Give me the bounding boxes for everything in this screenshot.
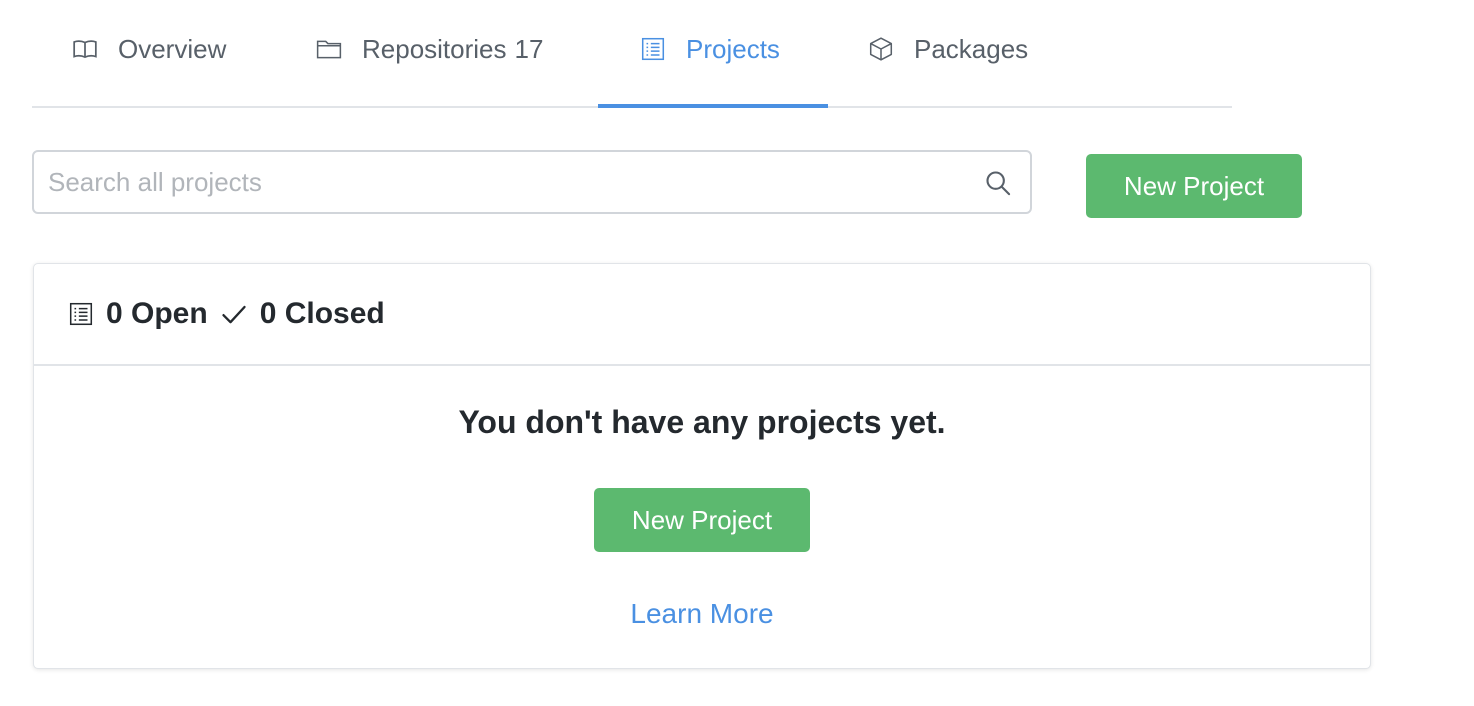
tab-overview-label: Overview (118, 33, 227, 64)
projects-page: Overview Repositories 17 Projects Packag… (0, 0, 1474, 706)
tab-repositories[interactable]: Repositories 17 (316, 0, 543, 108)
repositories-count: 17 (514, 33, 544, 64)
projects-card-header: 0 Open 0 Closed (34, 264, 1370, 366)
project-list-icon (68, 301, 94, 327)
active-tab-indicator (598, 104, 828, 108)
tab-projects-label: Projects (686, 33, 780, 64)
tab-projects[interactable]: Projects (598, 0, 828, 108)
closed-projects-filter[interactable]: 0 Closed (260, 297, 385, 331)
package-icon (868, 36, 894, 62)
projects-card: 0 Open 0 Closed You don't have any proje… (33, 263, 1371, 669)
tab-repositories-label: Repositories (362, 33, 507, 64)
profile-tabs: Overview Repositories 17 Projects Packag… (32, 0, 1232, 108)
project-search (32, 150, 1032, 214)
open-projects-filter[interactable]: 0 Open (106, 297, 208, 331)
search-input[interactable] (34, 152, 1030, 212)
tab-packages[interactable]: Packages (868, 0, 1028, 108)
project-list-icon (640, 36, 666, 62)
tab-packages-label: Packages (914, 33, 1029, 64)
check-icon (220, 300, 248, 328)
new-project-button[interactable]: New Project (1086, 154, 1302, 218)
new-project-empty-state-button[interactable]: New Project (594, 488, 810, 552)
tab-overview[interactable]: Overview (72, 0, 226, 108)
search-icon[interactable] (984, 169, 1012, 197)
book-icon (72, 36, 98, 62)
learn-more-link[interactable]: Learn More (34, 598, 1370, 630)
folder-icon (316, 36, 342, 62)
empty-state-message: You don't have any projects yet. (458, 404, 946, 440)
